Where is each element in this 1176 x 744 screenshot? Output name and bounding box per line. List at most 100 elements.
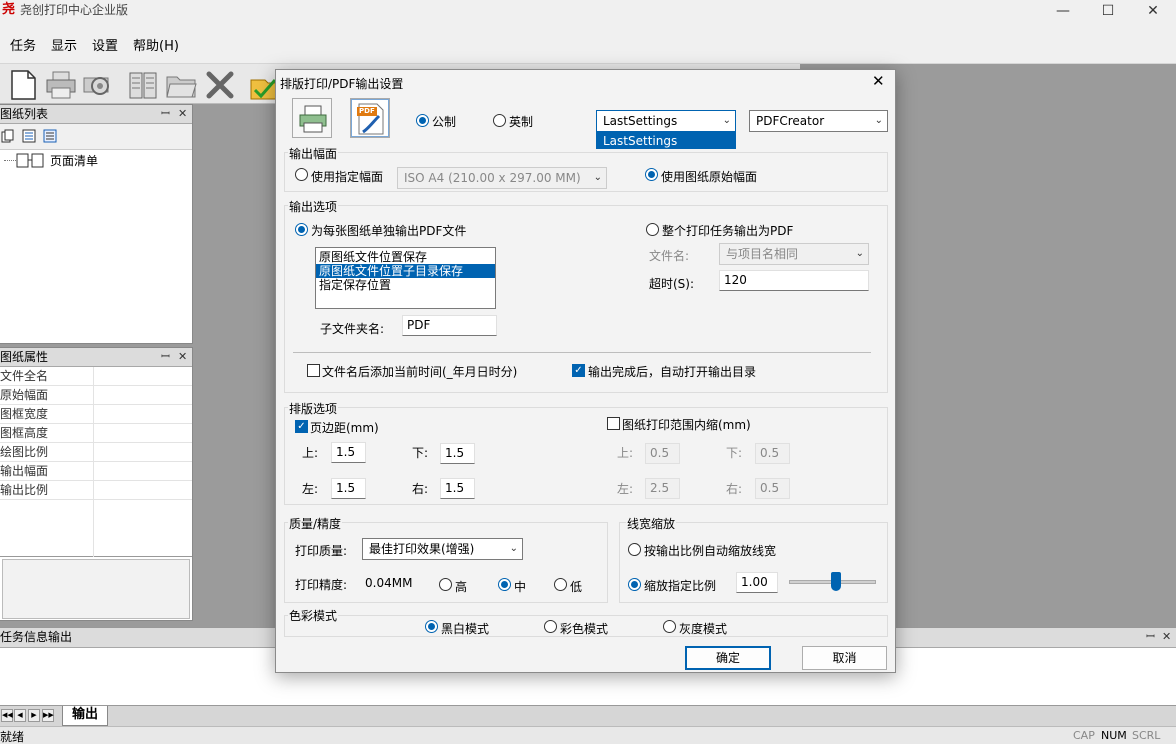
filename-label: 文件名:: [649, 249, 690, 263]
ok-button[interactable]: 确定: [685, 646, 771, 670]
original-paper-radio[interactable]: [645, 168, 658, 181]
prop-row[interactable]: 绘图比例: [0, 443, 192, 462]
subfolder-label: 子文件夹名:: [320, 322, 385, 336]
precision-high-radio[interactable]: [439, 578, 452, 591]
shrink-checkbox[interactable]: [607, 417, 620, 430]
last-tab-icon[interactable]: ▶▶: [42, 709, 54, 722]
props-grid: 文件全名 原始幅面 图框宽度 图框高度 绘图比例 输出幅面 输出比例: [0, 367, 192, 557]
status-bar: 就绪 CAP NUM SCRL: [0, 726, 1176, 744]
settings-profile-value: LastSettings: [603, 114, 678, 128]
pin-icon[interactable]: ꟷ: [161, 105, 170, 123]
paper-size-select: ISO A4 (210.00 x 297.00 MM) ⌄: [397, 167, 607, 189]
new-file-icon[interactable]: [6, 68, 40, 102]
color-mode-radio[interactable]: [544, 620, 557, 633]
auto-linewidth-radio[interactable]: [628, 543, 641, 556]
per-file-label: 为每张图纸单独输出PDF文件: [311, 224, 467, 238]
pdf-mode-button[interactable]: PDF: [350, 98, 390, 138]
margin-top-input[interactable]: 1.5: [331, 442, 366, 463]
chevron-down-icon: ⌄: [874, 115, 883, 126]
save-location-list[interactable]: 原图纸文件位置保存 原图纸文件位置子目录保存 指定保存位置: [315, 247, 496, 309]
specified-scale-radio[interactable]: [628, 578, 641, 591]
margin-right-input[interactable]: 1.5: [440, 478, 475, 499]
shrink-bottom-label: 下:: [726, 446, 743, 460]
tab-output[interactable]: 输出: [62, 706, 108, 726]
prop-row[interactable]: 图框宽度: [0, 405, 192, 424]
append-time-checkbox[interactable]: [307, 364, 320, 377]
minimize-button[interactable]: —: [1040, 0, 1086, 24]
print-settings-icon[interactable]: [80, 68, 114, 102]
prev-tab-icon[interactable]: ◀: [14, 709, 26, 722]
precision-mid-radio[interactable]: [498, 578, 511, 591]
print-quality-label: 打印质量:: [295, 544, 348, 558]
print-mode-button[interactable]: [292, 98, 332, 138]
dialog-title: 排版打印/PDF输出设置: [280, 77, 404, 91]
delete-icon[interactable]: [203, 68, 237, 102]
task-output-title: 任务信息输出: [0, 630, 73, 644]
drawing-list-panel: 图纸列表 ꟷ ✕ 页面清单: [0, 104, 193, 344]
precision-low-radio[interactable]: [554, 578, 567, 591]
prop-row[interactable]: 图框高度: [0, 424, 192, 443]
append-time-label: 文件名后添加当前时间(_年月日时分): [322, 365, 518, 379]
pin-icon[interactable]: ꟷ: [1146, 628, 1155, 646]
prop-row[interactable]: 输出幅面: [0, 462, 192, 481]
first-tab-icon[interactable]: ◀◀: [1, 709, 13, 722]
dialog-close-button[interactable]: ✕: [872, 72, 885, 90]
print-quality-select[interactable]: 最佳打印效果(增强) ⌄: [362, 538, 523, 560]
shrink-label: 图纸打印范围内缩(mm): [622, 418, 751, 432]
prop-row[interactable]: 原始幅面: [0, 386, 192, 405]
app-logo-icon: 尧: [2, 2, 16, 17]
prop-row[interactable]: 输出比例: [0, 481, 192, 500]
scale-input[interactable]: 1.00: [736, 572, 778, 593]
shrink-top-input: 0.5: [645, 443, 680, 464]
close-window-button[interactable]: ✕: [1130, 0, 1176, 24]
quality-group-title: 质量/精度: [288, 515, 343, 532]
list-item[interactable]: 原图纸文件位置保存: [316, 250, 495, 264]
linewidth-group-title: 线宽缩放: [626, 515, 677, 532]
settings-profile-select[interactable]: LastSettings ⌄: [596, 110, 736, 132]
bw-mode-radio[interactable]: [425, 620, 438, 633]
cancel-button[interactable]: 取消: [802, 646, 887, 670]
close-icon[interactable]: ✕: [178, 105, 187, 123]
timeout-input[interactable]: 120: [719, 270, 869, 291]
close-icon[interactable]: ✕: [178, 348, 187, 366]
layout-icon[interactable]: [126, 68, 160, 102]
specified-paper-radio[interactable]: [295, 168, 308, 181]
prop-row[interactable]: 文件全名: [0, 367, 192, 386]
close-icon[interactable]: ✕: [1162, 628, 1171, 646]
maximize-button[interactable]: ☐: [1085, 0, 1131, 24]
menu-settings[interactable]: 设置: [92, 35, 118, 54]
props-divider: [93, 367, 94, 557]
margin-top-label: 上:: [302, 446, 319, 460]
menu-view[interactable]: 显示: [51, 35, 77, 54]
tree-item-page-list[interactable]: 页面清单: [50, 152, 98, 169]
open-folder-icon[interactable]: [164, 68, 198, 102]
specified-paper-label: 使用指定幅面: [311, 170, 384, 184]
original-paper-label: 使用图纸原始幅面: [661, 170, 758, 184]
whole-task-radio[interactable]: [646, 223, 659, 236]
next-tab-icon[interactable]: ▶: [28, 709, 40, 722]
pin-icon[interactable]: ꟷ: [161, 348, 170, 366]
printer-select[interactable]: PDFCreator ⌄: [749, 110, 888, 132]
imperial-radio[interactable]: [493, 114, 506, 127]
margin-checkbox[interactable]: ✓: [295, 420, 308, 433]
chevron-down-icon: ⌄: [855, 248, 864, 259]
slider-thumb[interactable]: [831, 572, 842, 591]
menu-task[interactable]: 任务: [10, 35, 36, 54]
gray-mode-radio[interactable]: [663, 620, 676, 633]
whole-task-label: 整个打印任务输出为PDF: [662, 224, 794, 238]
list-item-selected[interactable]: 原图纸文件位置子目录保存: [316, 264, 495, 278]
metric-radio[interactable]: [416, 114, 429, 127]
subfolder-input[interactable]: PDF: [402, 315, 497, 336]
pages-icon[interactable]: [1, 129, 15, 143]
print-icon[interactable]: [44, 68, 78, 102]
menu-help[interactable]: 帮助(H): [133, 35, 179, 54]
margin-left-input[interactable]: 1.5: [331, 478, 366, 499]
list-view-icon[interactable]: [22, 129, 36, 143]
margin-bottom-input[interactable]: 1.5: [440, 443, 475, 464]
list-item[interactable]: 指定保存位置: [316, 278, 495, 292]
per-file-radio[interactable]: [295, 223, 308, 236]
detail-view-icon[interactable]: [43, 129, 57, 143]
color-group-title: 色彩模式: [288, 607, 339, 624]
settings-profile-option[interactable]: LastSettings: [596, 131, 736, 149]
open-dir-checkbox[interactable]: ✓: [572, 364, 585, 377]
